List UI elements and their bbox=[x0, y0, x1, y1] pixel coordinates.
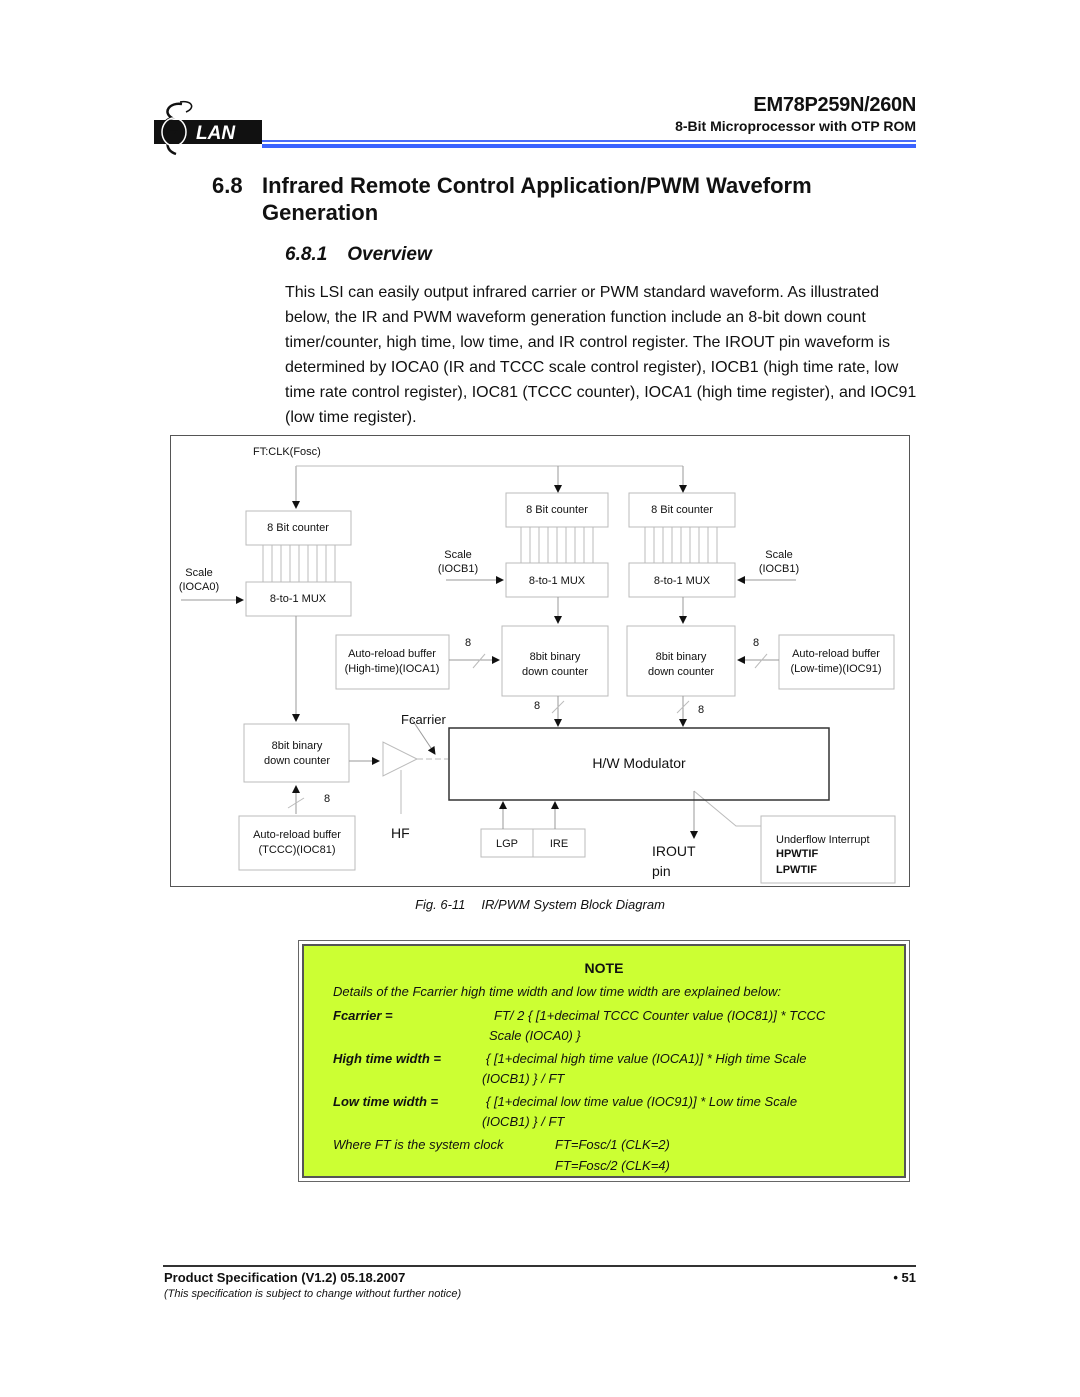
mid-scale-line1: Scale bbox=[444, 549, 472, 561]
mid-counter-label: 8 Bit counter bbox=[526, 504, 588, 516]
fcarrier-label: Fcarrier bbox=[401, 712, 446, 727]
mid-mux-wires bbox=[520, 527, 594, 563]
elan-logo: LAN bbox=[152, 98, 262, 160]
overview-paragraph: This LSI can easily output infrared carr… bbox=[285, 284, 917, 426]
buffer-triangle bbox=[382, 741, 419, 777]
tccc-down-counter-line2: down counter bbox=[264, 755, 330, 767]
low-down-counter-line2: down counter bbox=[648, 666, 714, 678]
high-buffer-line1: Auto-reload buffer bbox=[348, 648, 436, 660]
section-title: Infrared Remote Control Application/PWM … bbox=[262, 173, 812, 225]
page-number: • 51 bbox=[893, 1270, 916, 1285]
bus-width-high-out: 8 bbox=[534, 700, 540, 712]
note-fcarrier-value-2: Scale (IOCA0) } bbox=[489, 1028, 581, 1043]
figure-number: Fig. 6-11 bbox=[415, 897, 466, 912]
note-panel: NOTE Details of the Fcarrier high time w… bbox=[302, 944, 906, 1178]
left-mux-label: 8-to-1 MUX bbox=[270, 593, 327, 605]
high-buffer-line2: (High-time)(IOCA1) bbox=[345, 663, 440, 675]
tccc-down-counter-line1: 8bit binary bbox=[272, 740, 323, 752]
lpwtif-flag: LPWTIF bbox=[776, 864, 817, 876]
note-low-key: Low time width = bbox=[333, 1094, 439, 1109]
note-low-value-2: (IOCB1) } / FT bbox=[482, 1114, 565, 1129]
right-scale-line2: (IOCB1) bbox=[759, 563, 799, 575]
product-name: EM78P259N/260N bbox=[753, 94, 916, 116]
note-ft-value-1: FT=Fosc/1 (CLK=2) bbox=[555, 1137, 670, 1152]
note-fcarrier-key: Fcarrier = bbox=[333, 1008, 393, 1023]
interrupt-line bbox=[693, 790, 761, 827]
note-fcarrier-value-1: FT/ 2 { [1+decimal TCCC Counter value (I… bbox=[494, 1008, 826, 1023]
right-scale-line1: Scale bbox=[765, 549, 793, 561]
note-title: NOTE bbox=[584, 960, 624, 976]
mid-scale-line2: (IOCB1) bbox=[438, 563, 478, 575]
high-buffer-box bbox=[335, 634, 450, 690]
tccc-buffer-line1: Auto-reload buffer bbox=[253, 829, 341, 841]
lgp-label: LGP bbox=[496, 838, 518, 850]
header-rule-thick bbox=[262, 144, 916, 148]
high-down-counter-line1: 8bit binary bbox=[530, 651, 581, 663]
right-mux-wires bbox=[644, 527, 718, 563]
figure-title: IR/PWM System Block Diagram bbox=[481, 897, 665, 912]
hpwtif-flag: HPWTIF bbox=[776, 848, 818, 860]
tccc-buffer-line2: (TCCC)(IOC81) bbox=[259, 844, 336, 856]
note-low-value-1: { [1+decimal low time value (IOC91)] * L… bbox=[486, 1094, 798, 1109]
interrupt-title: Underflow Interrupt bbox=[776, 834, 870, 846]
left-mux-wires bbox=[262, 545, 336, 582]
ire-label: IRE bbox=[550, 838, 568, 850]
bus-width-high: 8 bbox=[465, 637, 471, 649]
tccc-buffer-box bbox=[238, 815, 356, 871]
mid-mux-label: 8-to-1 MUX bbox=[529, 575, 586, 587]
high-down-counter-line2: down counter bbox=[522, 666, 588, 678]
bus-width-low: 8 bbox=[753, 637, 759, 649]
footer-disclaimer: (This specification is subject to change… bbox=[164, 1288, 462, 1300]
irout-label-line2: pin bbox=[652, 863, 671, 879]
clock-label: FT:CLK(Fosc) bbox=[253, 446, 321, 458]
low-buffer-line1: Auto-reload buffer bbox=[792, 648, 880, 660]
note-box: NOTE Details of the Fcarrier high time w… bbox=[298, 940, 910, 1182]
subsection-title: Overview bbox=[347, 244, 432, 265]
low-buffer-box bbox=[778, 634, 895, 690]
low-buffer-line2: (Low-time)(IOC91) bbox=[790, 663, 881, 675]
left-scale-line1: Scale bbox=[185, 567, 213, 579]
note-ft-key: Where FT is the system clock bbox=[333, 1137, 504, 1152]
right-mux-label: 8-to-1 MUX bbox=[654, 575, 711, 587]
logo-text: LAN bbox=[196, 123, 236, 144]
header-rule-thin bbox=[262, 140, 916, 142]
subsection-heading: 6.8.1 Overview bbox=[285, 244, 432, 266]
block-diagram: FT:CLK(Fosc) 8 Bit counter 8-to-1 MUX Sc… bbox=[170, 435, 910, 887]
note-high-key: High time width = bbox=[333, 1051, 441, 1066]
right-counter-label: 8 Bit counter bbox=[651, 504, 713, 516]
note-intro: Details of the Fcarrier high time width … bbox=[333, 984, 781, 999]
footer-spec: Product Specification (V1.2) 05.18.2007 bbox=[164, 1270, 406, 1285]
subsection-number: 6.8.1 bbox=[285, 244, 328, 265]
left-scale-line2: (IOCA0) bbox=[179, 581, 219, 593]
bus-width-low-out: 8 bbox=[698, 704, 704, 716]
product-subtitle: 8-Bit Microprocessor with OTP ROM bbox=[675, 118, 916, 134]
note-ft-value-2: FT=Fosc/2 (CLK=4) bbox=[555, 1158, 670, 1173]
bus-width-tccc: 8 bbox=[324, 793, 330, 805]
section-number: 6.8 bbox=[212, 173, 243, 198]
hf-label: HF bbox=[391, 825, 410, 841]
note-high-value-1: { [1+decimal high time value (IOCA1)] * … bbox=[486, 1051, 807, 1066]
note-high-value-2: (IOCB1) } / FT bbox=[482, 1071, 565, 1086]
left-counter-label: 8 Bit counter bbox=[267, 522, 329, 534]
irout-label-line1: IROUT bbox=[652, 843, 696, 859]
footer-rule bbox=[163, 1265, 916, 1267]
figure-caption: Fig. 6-11 IR/PWM System Block Diagram bbox=[0, 897, 1080, 912]
tccc-down-counter-box bbox=[243, 723, 350, 783]
low-down-counter-line1: 8bit binary bbox=[656, 651, 707, 663]
modulator-label: H/W Modulator bbox=[592, 755, 686, 771]
